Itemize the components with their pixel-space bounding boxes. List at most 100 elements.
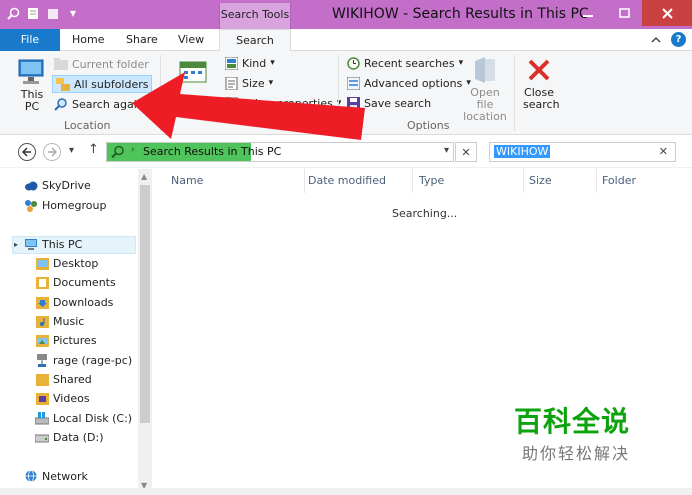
open-folder-icon: [470, 55, 500, 85]
other-properties-label: Other properties: [242, 96, 333, 110]
options-group-label: Options: [407, 119, 450, 132]
expand-ribbon-icon[interactable]: [648, 32, 663, 47]
open-file-location-button[interactable]: Open file location: [462, 55, 508, 123]
tab-share[interactable]: Share: [126, 29, 158, 51]
stop-search-button[interactable]: ✕: [455, 142, 477, 162]
recent-locations-icon[interactable]: ▾: [69, 145, 74, 156]
search-input[interactable]: WIKIHOW ✕: [489, 142, 676, 162]
nav-item-homegroup[interactable]: Homegroup: [24, 199, 106, 212]
tab-view[interactable]: View: [178, 29, 204, 51]
other-properties-button[interactable]: Other properties ▾: [224, 96, 341, 110]
search-again-button[interactable]: Search again: [54, 97, 144, 111]
quick-access-toolbar: ▾: [6, 6, 80, 20]
search-again-label: Search again: [72, 97, 144, 111]
kind-label: Kind: [242, 56, 267, 70]
ribbon-separator: [514, 55, 515, 131]
nav-scrollbar[interactable]: ▲ ▼: [138, 169, 152, 495]
nav-item-data-drive[interactable]: Data (D:): [35, 431, 104, 444]
close-search-button[interactable]: Close search: [520, 55, 560, 111]
properties-icon[interactable]: [26, 6, 40, 20]
nav-item-this-pc[interactable]: This PC: [24, 238, 82, 251]
nav-item-local-disk[interactable]: Local Disk (C:): [35, 412, 132, 425]
nav-item-music[interactable]: Music: [35, 315, 84, 328]
search-again-icon: [54, 97, 68, 111]
column-header-folder[interactable]: Folder: [602, 174, 636, 187]
address-dropdown-icon[interactable]: ▾: [444, 145, 449, 156]
nav-item-desktop[interactable]: Desktop: [35, 257, 98, 270]
tab-file[interactable]: File: [0, 29, 60, 51]
nav-item-shared[interactable]: Shared: [35, 373, 92, 386]
breadcrumb-chevron-icon: ›: [131, 145, 135, 155]
advanced-options-icon: [346, 76, 360, 90]
column-header-size[interactable]: Size: [529, 174, 552, 187]
search-tools-contextual-tab: Search Tools: [219, 3, 291, 29]
back-button[interactable]: [18, 143, 36, 161]
ribbon-separator: [338, 55, 339, 131]
close-search-icon: [524, 55, 554, 85]
address-row: ▾ ↑ › Search Results in This PC ▾ ✕ WIKI…: [0, 136, 692, 168]
all-subfolders-button[interactable]: All subfolders: [52, 75, 153, 93]
size-button[interactable]: Size ▾: [224, 76, 273, 90]
nav-item-rage-pc[interactable]: rage (rage-pc): [35, 354, 132, 367]
advanced-options-label: Advanced options: [364, 76, 463, 90]
searching-status: Searching...: [392, 207, 458, 220]
address-bar[interactable]: › Search Results in This PC ▾: [106, 142, 454, 162]
search-icon[interactable]: [6, 6, 20, 20]
nav-item-network[interactable]: Network: [24, 470, 88, 483]
column-header-date-modified[interactable]: Date modified: [308, 174, 386, 187]
network-icon: [24, 470, 38, 483]
this-pc-button[interactable]: This PC: [14, 57, 50, 113]
folder-icon: [54, 57, 68, 71]
up-arrow-icon[interactable]: ↑: [88, 142, 99, 157]
computer-icon: [24, 238, 38, 251]
watermark-logo-text: 百科全说: [514, 405, 631, 438]
tab-search[interactable]: Search: [219, 29, 291, 52]
windows-drive-icon: [35, 412, 49, 425]
tab-home[interactable]: Home: [72, 29, 104, 51]
close-button[interactable]: [642, 0, 692, 26]
ribbon-tabs: File Home Share View Search ?: [0, 29, 692, 52]
scroll-up-icon[interactable]: ▲: [141, 172, 147, 181]
videos-folder-icon: [35, 392, 49, 405]
properties-icon: [224, 96, 238, 110]
current-folder-button[interactable]: Current folder: [54, 57, 149, 71]
size-label: Size: [242, 76, 265, 90]
nav-scrollbar-thumb[interactable]: [140, 185, 150, 423]
nav-item-pictures[interactable]: Pictures: [35, 334, 97, 347]
this-pc-label: This PC: [20, 88, 44, 113]
pictures-folder-icon: [35, 334, 49, 347]
customize-qat-icon[interactable]: ▾: [66, 6, 80, 20]
ribbon-separator: [160, 55, 161, 131]
nav-item-videos[interactable]: Videos: [35, 392, 90, 405]
column-header-type[interactable]: Type: [419, 174, 444, 187]
advanced-options-button[interactable]: Advanced options ▾: [346, 76, 471, 90]
nav-item-downloads[interactable]: Downloads: [35, 296, 113, 309]
ribbon: This PC Current folder All subfolders Se…: [0, 51, 692, 135]
computer-icon: [17, 57, 47, 87]
date-modified-button[interactable]: [176, 57, 210, 89]
drive-icon: [35, 431, 49, 444]
watermark-subtitle: 助你轻松解决: [522, 444, 631, 463]
size-icon: [224, 76, 238, 90]
new-folder-icon[interactable]: [46, 6, 60, 20]
clear-search-icon[interactable]: ✕: [659, 145, 668, 158]
column-divider: [596, 169, 597, 193]
navigation-pane: SkyDrive Homegroup ▸ This PC Desktop Doc…: [0, 169, 152, 495]
calendar-icon: [178, 57, 208, 87]
minimize-button[interactable]: [570, 0, 606, 26]
expand-chevron-icon[interactable]: ▸: [14, 240, 18, 249]
nav-item-documents[interactable]: Documents: [35, 276, 116, 289]
breadcrumb: Search Results in This PC: [143, 145, 282, 158]
nav-item-skydrive[interactable]: SkyDrive: [24, 179, 91, 192]
music-folder-icon: [35, 315, 49, 328]
location-group-label: Location: [64, 119, 111, 132]
kind-button[interactable]: Kind ▾: [224, 56, 275, 70]
save-icon: [346, 96, 360, 110]
maximize-button[interactable]: [606, 0, 642, 26]
recent-searches-button[interactable]: Recent searches ▾: [346, 56, 463, 70]
help-icon[interactable]: ?: [671, 32, 686, 47]
save-search-button[interactable]: Save search: [346, 96, 431, 110]
column-divider: [412, 169, 413, 193]
column-header-name[interactable]: Name: [171, 174, 203, 187]
forward-button[interactable]: [43, 143, 61, 161]
